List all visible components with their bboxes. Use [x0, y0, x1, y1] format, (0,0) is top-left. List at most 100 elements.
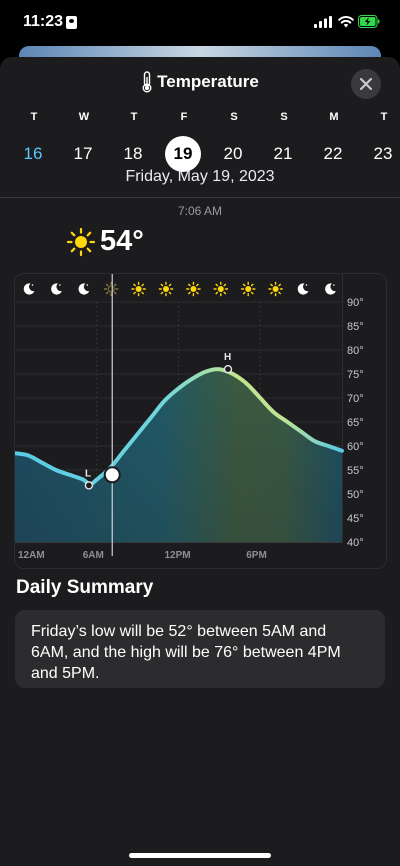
wifi-icon — [338, 16, 354, 28]
y-tick-label: 70° — [347, 393, 364, 405]
sun-core — [190, 286, 197, 292]
day-22-button[interactable]: 22 — [315, 136, 351, 172]
sun-ray — [270, 283, 273, 287]
sun-core — [245, 286, 252, 292]
sun-ray — [215, 283, 219, 287]
star-dot — [86, 284, 89, 286]
y-tick-label: 45° — [347, 513, 364, 525]
sun-ray — [105, 291, 109, 295]
temperature-chart[interactable]: 40° 45° 50° 55° 60° 65° 70° 75° 80° 85° 90° 12AM 6AM… — [14, 273, 387, 569]
weekday-letter: T — [130, 111, 138, 123]
sun-ray — [133, 291, 136, 295]
daily-summary-heading: Daily Summary — [16, 577, 154, 598]
star-dot — [305, 284, 308, 286]
sun-icon — [186, 281, 201, 297]
summary-line: Friday’s low will be 52° between 5AM and — [31, 623, 327, 640]
sun-icon — [66, 227, 96, 256]
sun-ray — [278, 283, 281, 287]
sun-ray — [113, 291, 117, 295]
sun-ray — [160, 283, 164, 287]
sun-ray — [242, 283, 246, 287]
low-label: L — [85, 468, 91, 479]
day-23-button[interactable]: 23 — [365, 136, 400, 172]
star-dot — [31, 284, 34, 286]
scrub-time-label: 7:06 AM — [177, 204, 223, 218]
sun-ray — [196, 283, 199, 287]
sun-core — [217, 286, 224, 292]
high-point-marker — [223, 364, 233, 374]
sun-ray — [250, 291, 254, 295]
sun-ray — [223, 283, 227, 287]
weekday-letter: W — [78, 111, 90, 123]
sun-core — [163, 286, 169, 292]
sun-ray — [188, 291, 191, 295]
sun-ray — [215, 291, 219, 295]
sun-ray — [196, 291, 199, 295]
y-tick-label: 80° — [347, 345, 364, 357]
close-button[interactable] — [351, 69, 381, 99]
x-tick-label: 6PM — [246, 550, 267, 561]
y-tick-label: 55° — [347, 465, 364, 477]
moon-icon — [297, 283, 309, 295]
day-20-button[interactable]: 20 — [215, 136, 251, 172]
sun-core — [107, 285, 115, 293]
day-18-button[interactable]: 18 — [115, 136, 151, 172]
sun-icon — [158, 281, 174, 297]
battery-charging-icon — [358, 15, 380, 28]
close-icon — [360, 78, 372, 90]
sheet-title: Temperature — [141, 71, 259, 93]
y-tick-label: 75° — [347, 369, 364, 381]
star-dot — [333, 284, 335, 286]
sun-ray — [160, 291, 164, 295]
sun-icon — [213, 281, 229, 297]
day-16-button[interactable]: 16 — [15, 136, 51, 172]
sun-core — [135, 286, 142, 292]
x-tick-label: 6AM — [83, 550, 104, 561]
weekday-letter: F — [180, 111, 188, 123]
current-reading: 54° — [66, 225, 144, 258]
day-17-button[interactable]: 17 — [65, 136, 101, 172]
sun-ray — [168, 283, 172, 287]
sun-icon — [268, 281, 283, 297]
y-tick-label: 60° — [347, 441, 364, 453]
scrubber-handle — [103, 466, 121, 484]
sun-ray — [105, 283, 109, 287]
temperature-area-shade — [15, 369, 342, 542]
home-indicator[interactable] — [129, 853, 271, 858]
selected-date-label: Friday, May 19, 2023 — [125, 168, 275, 185]
sun-ray — [141, 283, 144, 287]
status-time: 11:23 — [23, 13, 64, 30]
sun-ray — [188, 283, 191, 287]
sun-icon — [103, 281, 119, 297]
status-bar: 11:23 — [0, 0, 400, 46]
weekday-letter: T — [380, 111, 388, 123]
thermometer-icon — [142, 71, 152, 93]
x-tick-label: 12AM — [18, 550, 45, 561]
y-tick-label: 65° — [347, 417, 364, 429]
daily-summary-card: Friday’s low will be 52° between 5AM and… — [15, 610, 385, 688]
sun-ray — [141, 291, 144, 295]
sun-ray — [113, 283, 117, 287]
sun-ray — [278, 291, 281, 295]
sun-core — [272, 286, 279, 292]
weekday-letter: S — [230, 111, 238, 123]
y-tick-label: 40° — [347, 537, 364, 549]
sun-ray — [133, 283, 136, 287]
y-tick-label: 90° — [347, 297, 364, 309]
weekday-letter: M — [329, 111, 339, 123]
sun-icon — [131, 281, 146, 297]
sun-ray — [242, 291, 246, 295]
sun-icon — [240, 281, 256, 297]
cellular-signal-icon — [314, 16, 332, 28]
id-card-icon — [66, 16, 77, 29]
weekday-letter: S — [280, 111, 288, 123]
moon-icon — [325, 283, 336, 295]
temperature-sheet: Temperature T W T F S S M T 16 17 18 19 … — [0, 57, 400, 866]
sun-ray — [223, 291, 227, 295]
day-19-button-selected[interactable]: 19 — [165, 136, 201, 172]
moon-icon — [78, 283, 90, 295]
y-tick-label: 50° — [347, 489, 364, 501]
sun-ray — [168, 291, 172, 295]
day-21-button[interactable]: 21 — [265, 136, 301, 172]
temperature-chart-svg[interactable]: 40° 45° 50° 55° 60° 65° 70° 75° 80° 85° 90° 12AM 6AM… — [15, 274, 386, 568]
